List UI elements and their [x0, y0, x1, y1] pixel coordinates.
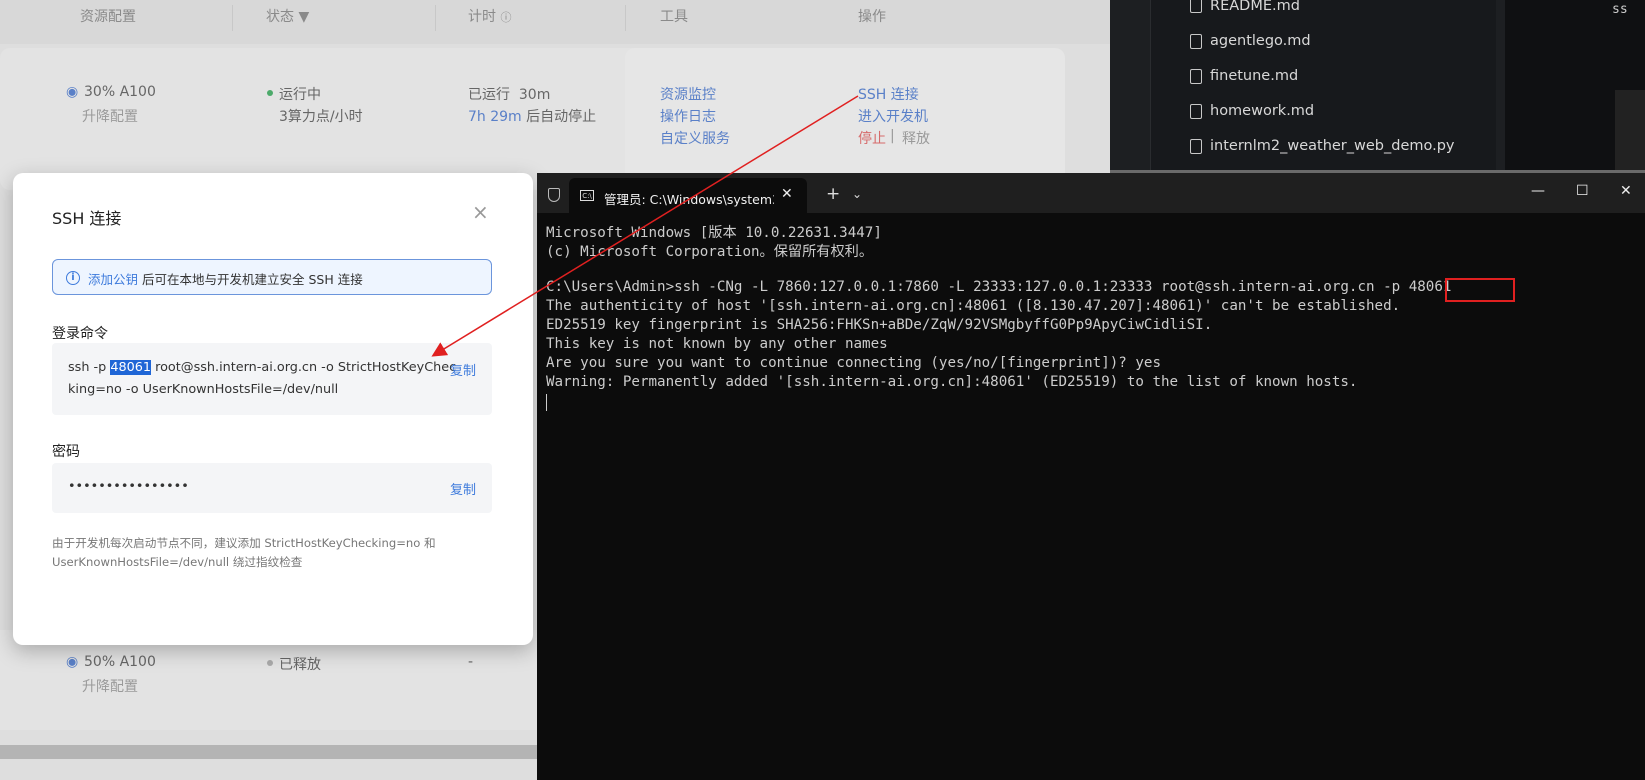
new-tab-icon[interactable]: +	[826, 184, 840, 204]
file-icon	[1190, 69, 1202, 84]
terminal-window[interactable]	[537, 173, 1645, 780]
terminal-line: C:\Users\Admin>ssh -CNg -L 7860:127.0.0.…	[546, 279, 1452, 295]
header-resource: 资源配置	[80, 9, 136, 25]
remaining-text: 7h 29m 后自动停止	[468, 109, 597, 125]
terminal-line: Microsoft Windows [版本 10.0.22631.3447]	[546, 225, 882, 241]
terminal-line: The authenticity of host '[ssh.intern-ai…	[546, 298, 1401, 314]
help-icon[interactable]: ⓘ	[500, 11, 511, 24]
login-command-line1: ssh -p 48061 root@ssh.intern-ai.org.cn -…	[68, 360, 457, 375]
terminal-line: Warning: Permanently added '[ssh.intern-…	[546, 374, 1358, 390]
table-header	[0, 0, 1110, 44]
terminal-line: This key is not known by any other names	[546, 336, 888, 352]
timer-value: -	[468, 654, 474, 670]
tool-monitor[interactable]: 资源监控	[660, 84, 716, 104]
file-icon	[1190, 104, 1202, 119]
upgrade-link[interactable]: 升降配置	[82, 106, 138, 126]
info-text: 添加公钥 后可在本地与开发机建立安全 SSH 连接	[88, 272, 363, 287]
file-item[interactable]: finetune.md	[1210, 68, 1298, 84]
tool-logs[interactable]: 操作日志	[660, 106, 716, 126]
header-tools: 工具	[660, 9, 688, 25]
file-icon	[1190, 34, 1202, 49]
filter-icon[interactable]: ▼	[298, 9, 309, 25]
info-icon: i	[66, 271, 80, 285]
add-public-key-link[interactable]: 添加公钥	[88, 272, 138, 287]
status-released: 已释放	[279, 657, 321, 673]
port-annotation-box	[1445, 278, 1515, 302]
modal-note: 由于开发机每次启动节点不同，建议添加 StrictHostKeyChecking…	[52, 536, 436, 569]
header-status: 状态 ▼	[266, 9, 310, 25]
status-dot	[267, 90, 273, 96]
login-command-label: 登录命令	[52, 326, 108, 342]
header-divider	[435, 5, 436, 31]
file-item[interactable]: README.md	[1210, 0, 1300, 14]
action-release[interactable]: 释放	[902, 128, 930, 148]
maximize-icon[interactable]: ☐	[1576, 183, 1589, 199]
cmd-icon: C:\	[580, 190, 594, 201]
resource-value: 50% A100	[84, 654, 156, 670]
password-value: ••••••••••••••••	[68, 479, 189, 494]
terminal-line: (c) Microsoft Corporation。保留所有权利。	[546, 244, 874, 260]
shield-icon	[548, 188, 560, 202]
elapsed-text: 已运行 30m	[468, 87, 551, 103]
close-window-icon[interactable]: ✕	[1620, 183, 1632, 199]
terminal-cursor	[546, 394, 547, 411]
close-icon[interactable]: ×	[472, 200, 489, 224]
minimap	[1615, 90, 1645, 170]
header-actions: 操作	[858, 9, 886, 25]
file-item[interactable]: internlm2_weather_web_demo.py	[1210, 138, 1455, 154]
horizontal-scrollbar[interactable]	[0, 745, 540, 759]
modal-title: SSH 连接	[52, 209, 122, 228]
tool-custom-service[interactable]: 自定义服务	[660, 128, 730, 148]
action-ssh[interactable]: SSH 连接	[858, 84, 919, 104]
resource-value: 30% A100	[84, 84, 156, 100]
status-running: 运行中	[279, 87, 321, 103]
chevron-down-icon[interactable]: ⌄	[852, 187, 862, 201]
header-divider	[232, 5, 233, 31]
password-label: 密码	[52, 444, 80, 460]
copy-password-button[interactable]: 复制	[450, 479, 476, 498]
status-dot	[267, 660, 273, 666]
header-divider	[625, 5, 626, 31]
close-tab-icon[interactable]: ✕	[781, 186, 793, 202]
port-highlight: 48061	[110, 360, 152, 375]
file-item[interactable]: homework.md	[1210, 103, 1314, 119]
minimize-icon[interactable]: —	[1531, 183, 1545, 199]
action-enter-dev[interactable]: 进入开发机	[858, 106, 928, 126]
file-icon	[1190, 0, 1202, 13]
upgrade-link[interactable]: 升降配置	[82, 676, 138, 696]
gpu-icon: ◉	[66, 654, 79, 670]
header-timer: 计时 ⓘ	[468, 9, 512, 25]
copy-command-button[interactable]: 复制	[450, 360, 476, 379]
gpu-icon: ◉	[66, 84, 79, 100]
login-command-box	[52, 343, 492, 415]
terminal-line: ED25519 key fingerprint is SHA256:FHKSn+…	[546, 317, 1213, 333]
action-divider: |	[890, 128, 895, 144]
editor-snippet: ss	[1612, 2, 1628, 17]
rate-text: 3算力点/小时	[279, 109, 363, 125]
file-icon	[1190, 139, 1202, 154]
file-item[interactable]: agentlego.md	[1210, 33, 1311, 49]
login-command-line2: king=no -o UserKnownHostsFile=/dev/null	[68, 382, 339, 397]
terminal-line: Are you sure you want to continue connec…	[546, 355, 1161, 371]
action-stop[interactable]: 停止	[858, 128, 886, 148]
tab-title: 管理员: C:\Windows\system32	[604, 192, 774, 207]
